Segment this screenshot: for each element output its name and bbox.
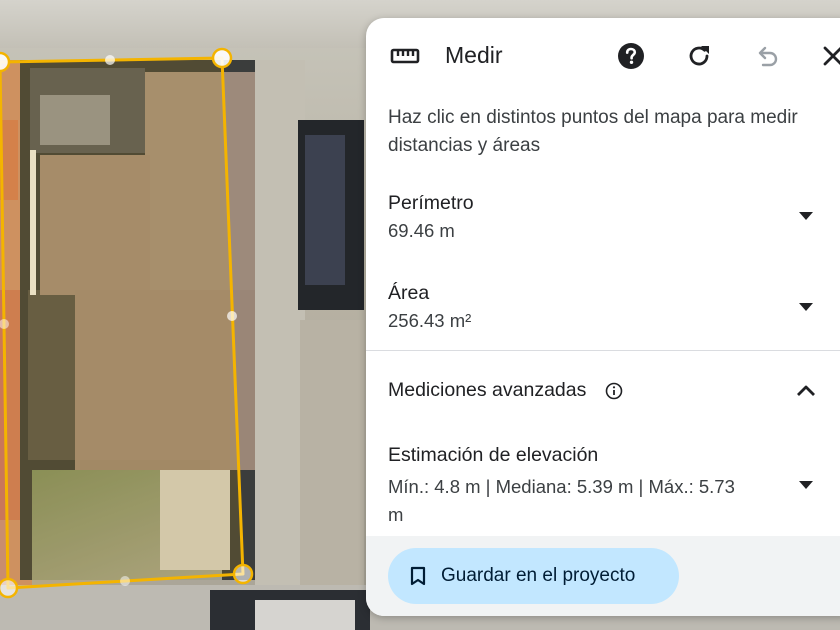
- measure-vertex-handle[interactable]: [211, 47, 233, 69]
- elevation-expand-button[interactable]: [796, 475, 816, 495]
- refresh-icon: [689, 46, 709, 66]
- perimeter-label: Perímetro: [388, 192, 474, 214]
- panel-footer: Guardar en el proyecto: [366, 536, 840, 616]
- panel-description: Haz clic en distintos puntos del mapa pa…: [388, 107, 798, 156]
- undo-button[interactable]: [752, 41, 782, 71]
- save-to-project-label: Guardar en el proyecto: [441, 565, 636, 586]
- close-button[interactable]: [818, 41, 840, 71]
- bookmark-icon: [410, 566, 426, 586]
- advanced-measurements-header[interactable]: Mediciones avanzadas: [366, 373, 840, 423]
- save-to-project-button[interactable]: Guardar en el proyecto: [388, 548, 679, 604]
- perimeter-row[interactable]: Perímetro 69.46 m: [366, 186, 840, 266]
- measure-vertex-handle[interactable]: [0, 51, 11, 73]
- reset-button[interactable]: [684, 41, 714, 71]
- advanced-collapse-button[interactable]: [796, 380, 816, 400]
- help-icon: [618, 43, 644, 69]
- perimeter-value: 69.46 m: [388, 220, 455, 241]
- info-icon[interactable]: [604, 381, 624, 401]
- measure-vertex-handle[interactable]: [0, 577, 19, 599]
- area-row[interactable]: Área 256.43 m²: [366, 276, 840, 356]
- section-divider: [366, 350, 840, 351]
- measured-area-polygon: [0, 56, 245, 590]
- measure-panel: Medir Haz clic en distintos puntos del m…: [366, 18, 840, 616]
- chevron-down-icon: [799, 481, 813, 489]
- elevation-value: Mín.: 4.8 m | Mediana: 5.39 m | Máx.: 5.…: [388, 476, 735, 525]
- measure-midpoint-handle[interactable]: [120, 576, 130, 586]
- measure-vertex-handle[interactable]: [232, 563, 254, 585]
- chevron-up-icon: [797, 385, 815, 396]
- measure-midpoint-handle[interactable]: [105, 55, 115, 65]
- advanced-measurements-label: Mediciones avanzadas: [388, 379, 587, 401]
- close-icon: [823, 46, 840, 66]
- elevation-row[interactable]: Estimación de elevación Mín.: 4.8 m | Me…: [366, 438, 840, 533]
- measure-midpoint-handle[interactable]: [227, 311, 237, 321]
- area-label: Área: [388, 282, 430, 304]
- panel-header: Medir: [366, 18, 840, 96]
- help-button[interactable]: [616, 41, 646, 71]
- elevation-label: Estimación de elevación: [388, 444, 599, 466]
- undo-icon: [758, 46, 778, 67]
- panel-title: Medir: [445, 42, 503, 68]
- chevron-down-icon: [799, 212, 813, 220]
- ruler-icon: [390, 48, 420, 64]
- perimeter-expand-button[interactable]: [796, 206, 816, 226]
- chevron-down-icon: [799, 303, 813, 311]
- area-expand-button[interactable]: [796, 297, 816, 317]
- area-value: 256.43 m²: [388, 310, 472, 331]
